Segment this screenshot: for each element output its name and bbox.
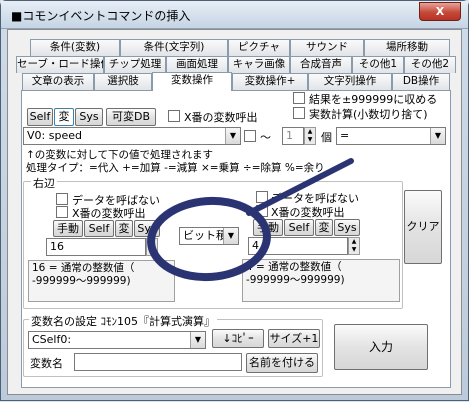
- clear-button[interactable]: クリア: [404, 190, 442, 264]
- varname-legend: 変数名の設定 ｺﾓﾝ105『計算式演算』: [29, 313, 217, 329]
- close-button[interactable]: X: [419, 2, 461, 21]
- tab-text[interactable]: 文章の表示: [22, 73, 94, 90]
- info-line-2: 処理タイプ：=代入 +=加算 -=減算 ×=乗算 ÷=除算 %=余り: [26, 162, 325, 174]
- tab-char-image[interactable]: キャラ画像: [228, 56, 290, 73]
- real-calc-label: 実数計算(小数切り捨て): [309, 108, 428, 121]
- right-sys-button[interactable]: Sys: [334, 219, 360, 236]
- result-range-label: 結果を±999999に収める: [309, 93, 438, 106]
- left-desc-line-2: -999999〜999999): [32, 275, 131, 287]
- tab-choice[interactable]: 選択肢: [94, 73, 152, 90]
- varname-input[interactable]: [74, 353, 242, 371]
- chevron-down-icon: ▼: [225, 128, 240, 144]
- chevron-down-icon: ▼: [430, 128, 445, 144]
- right-no-call-checkbox[interactable]: [256, 191, 268, 203]
- tab-sound[interactable]: サウンド: [290, 39, 364, 56]
- target-variable-value: V0: speed: [27, 129, 82, 142]
- tab-string-op[interactable]: 文字列操作: [308, 73, 392, 90]
- tab-other2[interactable]: その他2: [404, 56, 456, 73]
- right-side-legend: 右辺: [31, 175, 57, 191]
- varname-label: 変数名: [30, 357, 63, 370]
- chevron-down-icon: ▼: [190, 332, 205, 348]
- tab-condition-variable[interactable]: 条件(変数): [30, 39, 120, 56]
- right-x-call-label: X番の変数呼出: [271, 206, 345, 219]
- x-var-call-checkbox[interactable]: [168, 110, 180, 122]
- left-x-call-label: X番の変数呼出: [72, 207, 146, 220]
- target-variable-select[interactable]: V0: speed ▼: [23, 127, 241, 145]
- assign-operator-select[interactable]: = ▼: [336, 127, 446, 145]
- tab-save-load[interactable]: セーブ・ロード操作: [16, 56, 104, 73]
- left-value-description: 16 = 通常の整数値（ -999999〜999999): [28, 260, 175, 302]
- range-checkbox[interactable]: [244, 130, 256, 142]
- count-unit-label: 個: [321, 131, 332, 144]
- right-value-input[interactable]: 4: [248, 237, 348, 255]
- normal-var-button[interactable]: 変: [54, 108, 74, 126]
- size-plus-button[interactable]: サイズ+1: [268, 329, 320, 348]
- enter-button[interactable]: 入力: [334, 324, 428, 370]
- right-x-call-checkbox[interactable]: [256, 205, 268, 217]
- tab-screen[interactable]: 画面処理: [166, 56, 228, 73]
- self-button[interactable]: Self: [27, 108, 53, 126]
- copy-button[interactable]: ↓ｺﾋﾟｰ: [212, 329, 264, 348]
- tab-chip[interactable]: チップ処理: [104, 56, 166, 73]
- result-range-checkbox[interactable]: [293, 92, 305, 104]
- left-desc-line-1: 16 = 通常の整数値（: [32, 262, 135, 274]
- tilde-label: 〜: [260, 131, 271, 144]
- varname-target-value: CSelf0:: [32, 333, 72, 346]
- left-no-call-checkbox[interactable]: [56, 193, 68, 205]
- window-title: ■コモンイベントコマンドの挿入: [11, 9, 191, 23]
- tab-variable-op-plus[interactable]: 変数操作+: [232, 73, 308, 90]
- right-value-description: 4 = 通常の整数値（ -999999〜999999): [242, 259, 400, 302]
- dialog-window: ■コモンイベントコマンドの挿入 X 条件(変数) 条件(文字列) ピクチャ サウ…: [0, 0, 469, 401]
- left-value-spinner[interactable]: ▲ ▼: [146, 238, 158, 256]
- title-bar: ■コモンイベントコマンドの挿入 X: [1, 1, 468, 29]
- right-desc-line-2: -999999〜999999): [246, 274, 345, 286]
- varname-target-select[interactable]: CSelf0: ▼: [28, 331, 206, 349]
- right-manual-button[interactable]: 手動: [253, 219, 283, 236]
- right-self-button[interactable]: Self: [284, 219, 314, 236]
- tab-other1[interactable]: その他1: [352, 56, 404, 73]
- tab-picture[interactable]: ピクチャ: [228, 39, 290, 56]
- left-sys-button[interactable]: Sys: [134, 220, 160, 237]
- left-self-button[interactable]: Self: [84, 220, 114, 237]
- count-spinner[interactable]: ▲ ▼: [304, 127, 316, 145]
- right-value-spinner[interactable]: ▲ ▼: [348, 237, 360, 255]
- count-input[interactable]: 1: [282, 127, 304, 145]
- right-var-button[interactable]: 変: [315, 219, 333, 236]
- sys-button[interactable]: Sys: [75, 108, 103, 126]
- assign-operator-value: =: [340, 129, 350, 142]
- tab-voice[interactable]: 合成音声: [290, 56, 352, 73]
- left-var-button[interactable]: 変: [115, 220, 133, 237]
- operator-select[interactable]: ビット積 ▼: [179, 227, 239, 245]
- tab-condition-string[interactable]: 条件(文字列): [120, 39, 228, 56]
- left-manual-button[interactable]: 手動: [53, 220, 83, 237]
- x-var-call-label: X番の変数呼出: [184, 111, 258, 124]
- right-desc-line-1: 4 = 通常の整数値（: [246, 261, 342, 273]
- tab-move-place[interactable]: 場所移動: [364, 39, 450, 56]
- variable-db-button[interactable]: 可変DB: [106, 108, 156, 126]
- apply-name-button[interactable]: 名前を付ける: [246, 353, 318, 373]
- tab-variable-op[interactable]: 変数操作: [152, 72, 232, 91]
- operator-value: ビット積: [183, 229, 227, 242]
- tab-db-op[interactable]: DB操作: [392, 73, 450, 90]
- left-x-call-checkbox[interactable]: [56, 206, 68, 218]
- left-value-input[interactable]: 16: [46, 238, 146, 256]
- real-calc-checkbox[interactable]: [293, 107, 305, 119]
- chevron-down-icon: ▼: [223, 228, 238, 244]
